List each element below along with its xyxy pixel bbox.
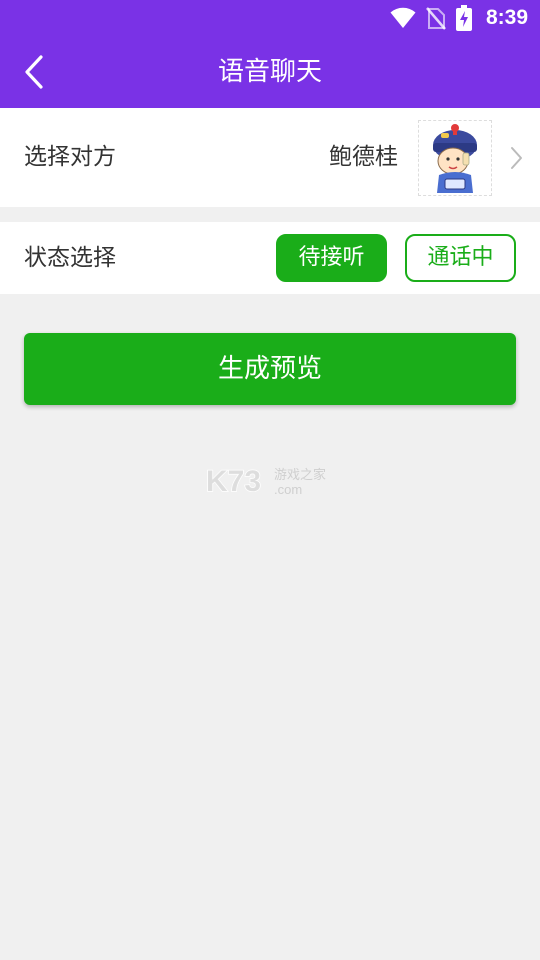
status-bar: 8:39 [0,0,540,36]
status-option-waiting[interactable]: 待接听 [276,234,387,282]
battery-charging-icon [455,5,472,31]
page-title: 语音聊天 [217,57,322,87]
partner-select-row[interactable]: 选择对方 鲍德桂 [0,108,540,207]
wifi-icon [390,7,416,29]
svg-text:K73: K73 [206,465,261,498]
status-option-in-call[interactable]: 通话中 [405,234,516,282]
no-sim-icon [426,7,446,30]
toolbar: 语音聊天 [0,36,540,108]
status-time: 8:39 [485,6,528,29]
app-header: 8:39 语音聊天 [0,0,540,108]
status-label: 状态选择 [24,245,116,271]
avatar[interactable] [418,120,492,196]
status-select-row: 状态选择 待接听 通话中 [0,222,540,294]
cartoon-avatar-icon [433,124,477,193]
partner-label: 选择对方 [24,144,116,170]
k73-watermark-logo: K73 K73 游戏之家 .com [206,464,326,498]
chevron-right-icon [511,147,522,169]
watermark-domain: .com [274,482,302,497]
status-icons: 8:39 [390,5,528,31]
partner-name: 鲍德桂 [329,144,398,170]
generate-preview-button[interactable]: 生成预览 [24,333,516,405]
watermark-tagline: 游戏之家 [274,467,326,483]
